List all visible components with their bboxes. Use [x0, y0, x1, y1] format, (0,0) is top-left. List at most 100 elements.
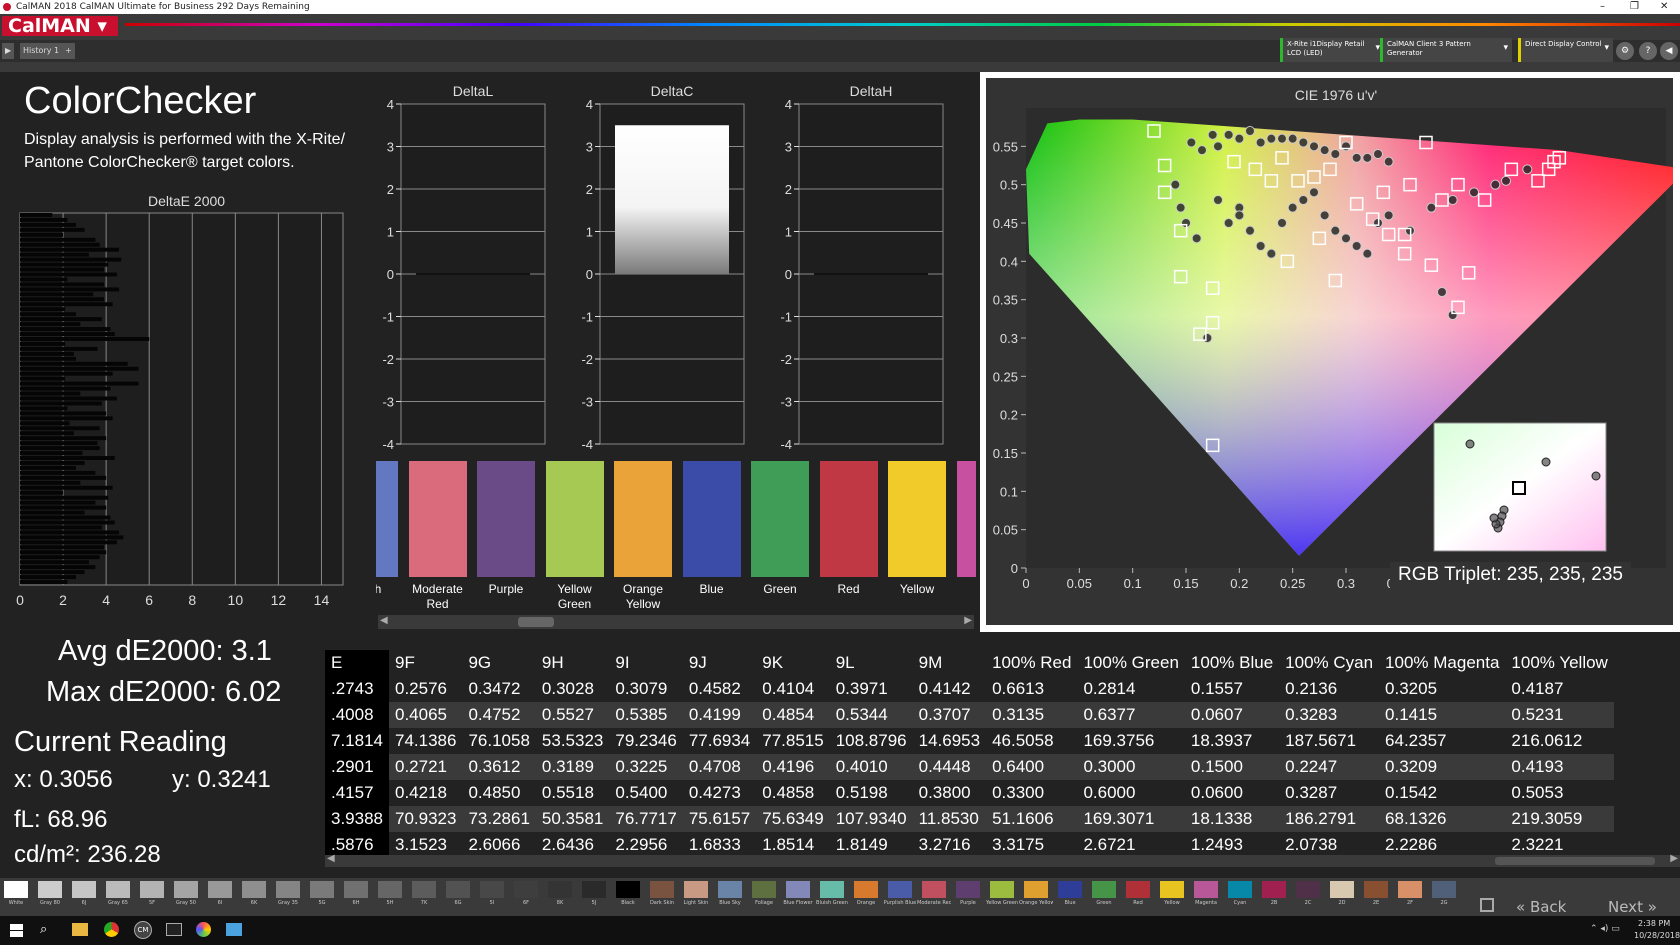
strip-swatch[interactable]	[412, 881, 436, 898]
table-header-cell[interactable]: 9H	[536, 650, 609, 676]
table-scroll-right-icon[interactable]: ▶	[1670, 853, 1678, 864]
strip-swatch[interactable]	[1296, 881, 1320, 898]
table-header-cell[interactable]: 9G	[462, 650, 535, 676]
device-pattern-generator-select[interactable]: CalMAN Client 3 Pattern Generator	[1380, 38, 1512, 62]
window-icon[interactable]	[226, 923, 242, 936]
strip-swatch[interactable]	[1262, 881, 1286, 898]
table-header-cell[interactable]: 9K	[756, 650, 829, 676]
table-header-cell[interactable]: 9J	[683, 650, 756, 676]
strip-swatch[interactable]	[140, 881, 164, 898]
tray-icons[interactable]: ⌃ ◂) ▭	[1590, 924, 1620, 934]
strip-swatch[interactable]	[1432, 881, 1456, 898]
table-header-cell[interactable]: 9I	[609, 650, 682, 676]
table-scroll-left-icon[interactable]: ◀	[327, 853, 335, 864]
search-icon[interactable]: ⌕	[40, 922, 47, 937]
swatch-yellow-green[interactable]	[545, 461, 604, 577]
table-scrollbar[interactable]: ◀ ▶	[325, 853, 1680, 867]
swatch-bluish-edge[interactable]	[376, 461, 398, 577]
paint-icon[interactable]	[196, 922, 211, 937]
table-header-cell[interactable]: 100% Blue	[1185, 650, 1279, 676]
strip-swatch[interactable]	[38, 881, 62, 898]
scroll-thumb[interactable]	[518, 617, 554, 627]
strip-swatch[interactable]	[72, 881, 96, 898]
history-tab[interactable]: History 1	[20, 43, 63, 59]
swatch-red[interactable]	[819, 461, 878, 577]
strip-swatch[interactable]	[752, 881, 776, 898]
table-header-cell[interactable]: 9F	[389, 650, 462, 676]
strip-swatch[interactable]	[1228, 881, 1252, 898]
scroll-left-icon[interactable]: ◀	[380, 615, 388, 626]
table-header-cell[interactable]: 100% Magenta	[1379, 650, 1505, 676]
table-header-cell[interactable]: 9M	[913, 650, 986, 676]
strip-swatch[interactable]	[718, 881, 742, 898]
swatch-m[interactable]	[956, 461, 976, 577]
strip-swatch[interactable]	[310, 881, 334, 898]
back-arrow-icon[interactable]: ◀	[1660, 42, 1678, 60]
help-icon[interactable]: ?	[1639, 42, 1657, 60]
table-header-cell[interactable]: 100% Green	[1077, 650, 1184, 676]
strip-swatch[interactable]	[208, 881, 232, 898]
table-scroll-thumb[interactable]	[1495, 857, 1655, 865]
strip-swatch[interactable]	[1330, 881, 1354, 898]
windows-start-icon[interactable]	[10, 924, 23, 937]
calman-taskbar-icon[interactable]: CM	[134, 921, 152, 939]
next-button[interactable]: Next »	[1608, 898, 1657, 916]
strip-swatch[interactable]	[990, 881, 1014, 898]
scroll-right-icon[interactable]: ▶	[964, 615, 972, 626]
terminal-icon[interactable]	[166, 923, 182, 936]
table-header-cell[interactable]: 9L	[830, 650, 913, 676]
strip-swatch[interactable]	[446, 881, 470, 898]
chrome-icon[interactable]	[104, 922, 119, 937]
strip-swatch[interactable]	[956, 881, 980, 898]
close-button[interactable]: ✕	[1660, 0, 1668, 14]
strip-swatch[interactable]	[344, 881, 368, 898]
nav-stop-icon[interactable]	[1480, 898, 1494, 912]
swatch-orange-yellow[interactable]	[614, 461, 672, 577]
swatch-purple[interactable]	[477, 461, 535, 577]
strip-swatch[interactable]	[4, 881, 28, 898]
strip-swatch[interactable]	[684, 881, 708, 898]
strip-swatch[interactable]	[276, 881, 300, 898]
restore-button[interactable]: ❐	[1630, 0, 1639, 14]
strip-swatch[interactable]	[1058, 881, 1082, 898]
swatch-blue[interactable]	[682, 461, 741, 577]
strip-swatch[interactable]	[242, 881, 266, 898]
add-tab-button[interactable]: +	[62, 43, 75, 59]
strip-swatch[interactable]	[514, 881, 538, 898]
minimize-button[interactable]: –	[1600, 0, 1605, 14]
strip-swatch[interactable]	[786, 881, 810, 898]
back-button[interactable]: « Back	[1516, 898, 1566, 916]
table-header-cell[interactable]: 100% Cyan	[1279, 650, 1379, 676]
table-header-cell[interactable]: E	[325, 650, 389, 676]
strip-swatch[interactable]	[650, 881, 674, 898]
device-display-control-select[interactable]: Direct Display Control	[1518, 38, 1613, 62]
device-meter-select[interactable]: X-Rite i1Display Retail LCD (LED)	[1280, 38, 1384, 62]
swatch-scrollbar[interactable]: ◀ ▶	[378, 615, 974, 629]
strip-swatch[interactable]	[582, 881, 606, 898]
strip-swatch[interactable]	[616, 881, 640, 898]
strip-swatch[interactable]	[922, 881, 946, 898]
settings-icon[interactable]: ⚙	[1616, 42, 1634, 60]
swatch-yellow[interactable]	[888, 461, 946, 577]
strip-swatch[interactable]	[1398, 881, 1422, 898]
strip-swatch[interactable]	[106, 881, 130, 898]
table-header-cell[interactable]: 100% Yellow	[1505, 650, 1613, 676]
calman-menu-button[interactable]: CalMAN ▾	[2, 16, 118, 36]
strip-swatch[interactable]	[1024, 881, 1048, 898]
table-header-cell[interactable]: 100% Red	[986, 650, 1077, 676]
strip-swatch[interactable]	[820, 881, 844, 898]
strip-swatch[interactable]	[1126, 881, 1150, 898]
strip-swatch[interactable]	[1160, 881, 1184, 898]
strip-swatch[interactable]	[1092, 881, 1116, 898]
strip-swatch[interactable]	[548, 881, 572, 898]
strip-swatch[interactable]	[480, 881, 504, 898]
strip-swatch[interactable]	[854, 881, 878, 898]
strip-swatch[interactable]	[378, 881, 402, 898]
strip-swatch[interactable]	[888, 881, 912, 898]
strip-swatch[interactable]	[1364, 881, 1388, 898]
swatch-green[interactable]	[751, 461, 809, 577]
file-explorer-icon[interactable]	[72, 923, 88, 936]
strip-swatch[interactable]	[174, 881, 198, 898]
play-icon[interactable]: ▶	[2, 43, 15, 59]
strip-swatch[interactable]	[1194, 881, 1218, 898]
